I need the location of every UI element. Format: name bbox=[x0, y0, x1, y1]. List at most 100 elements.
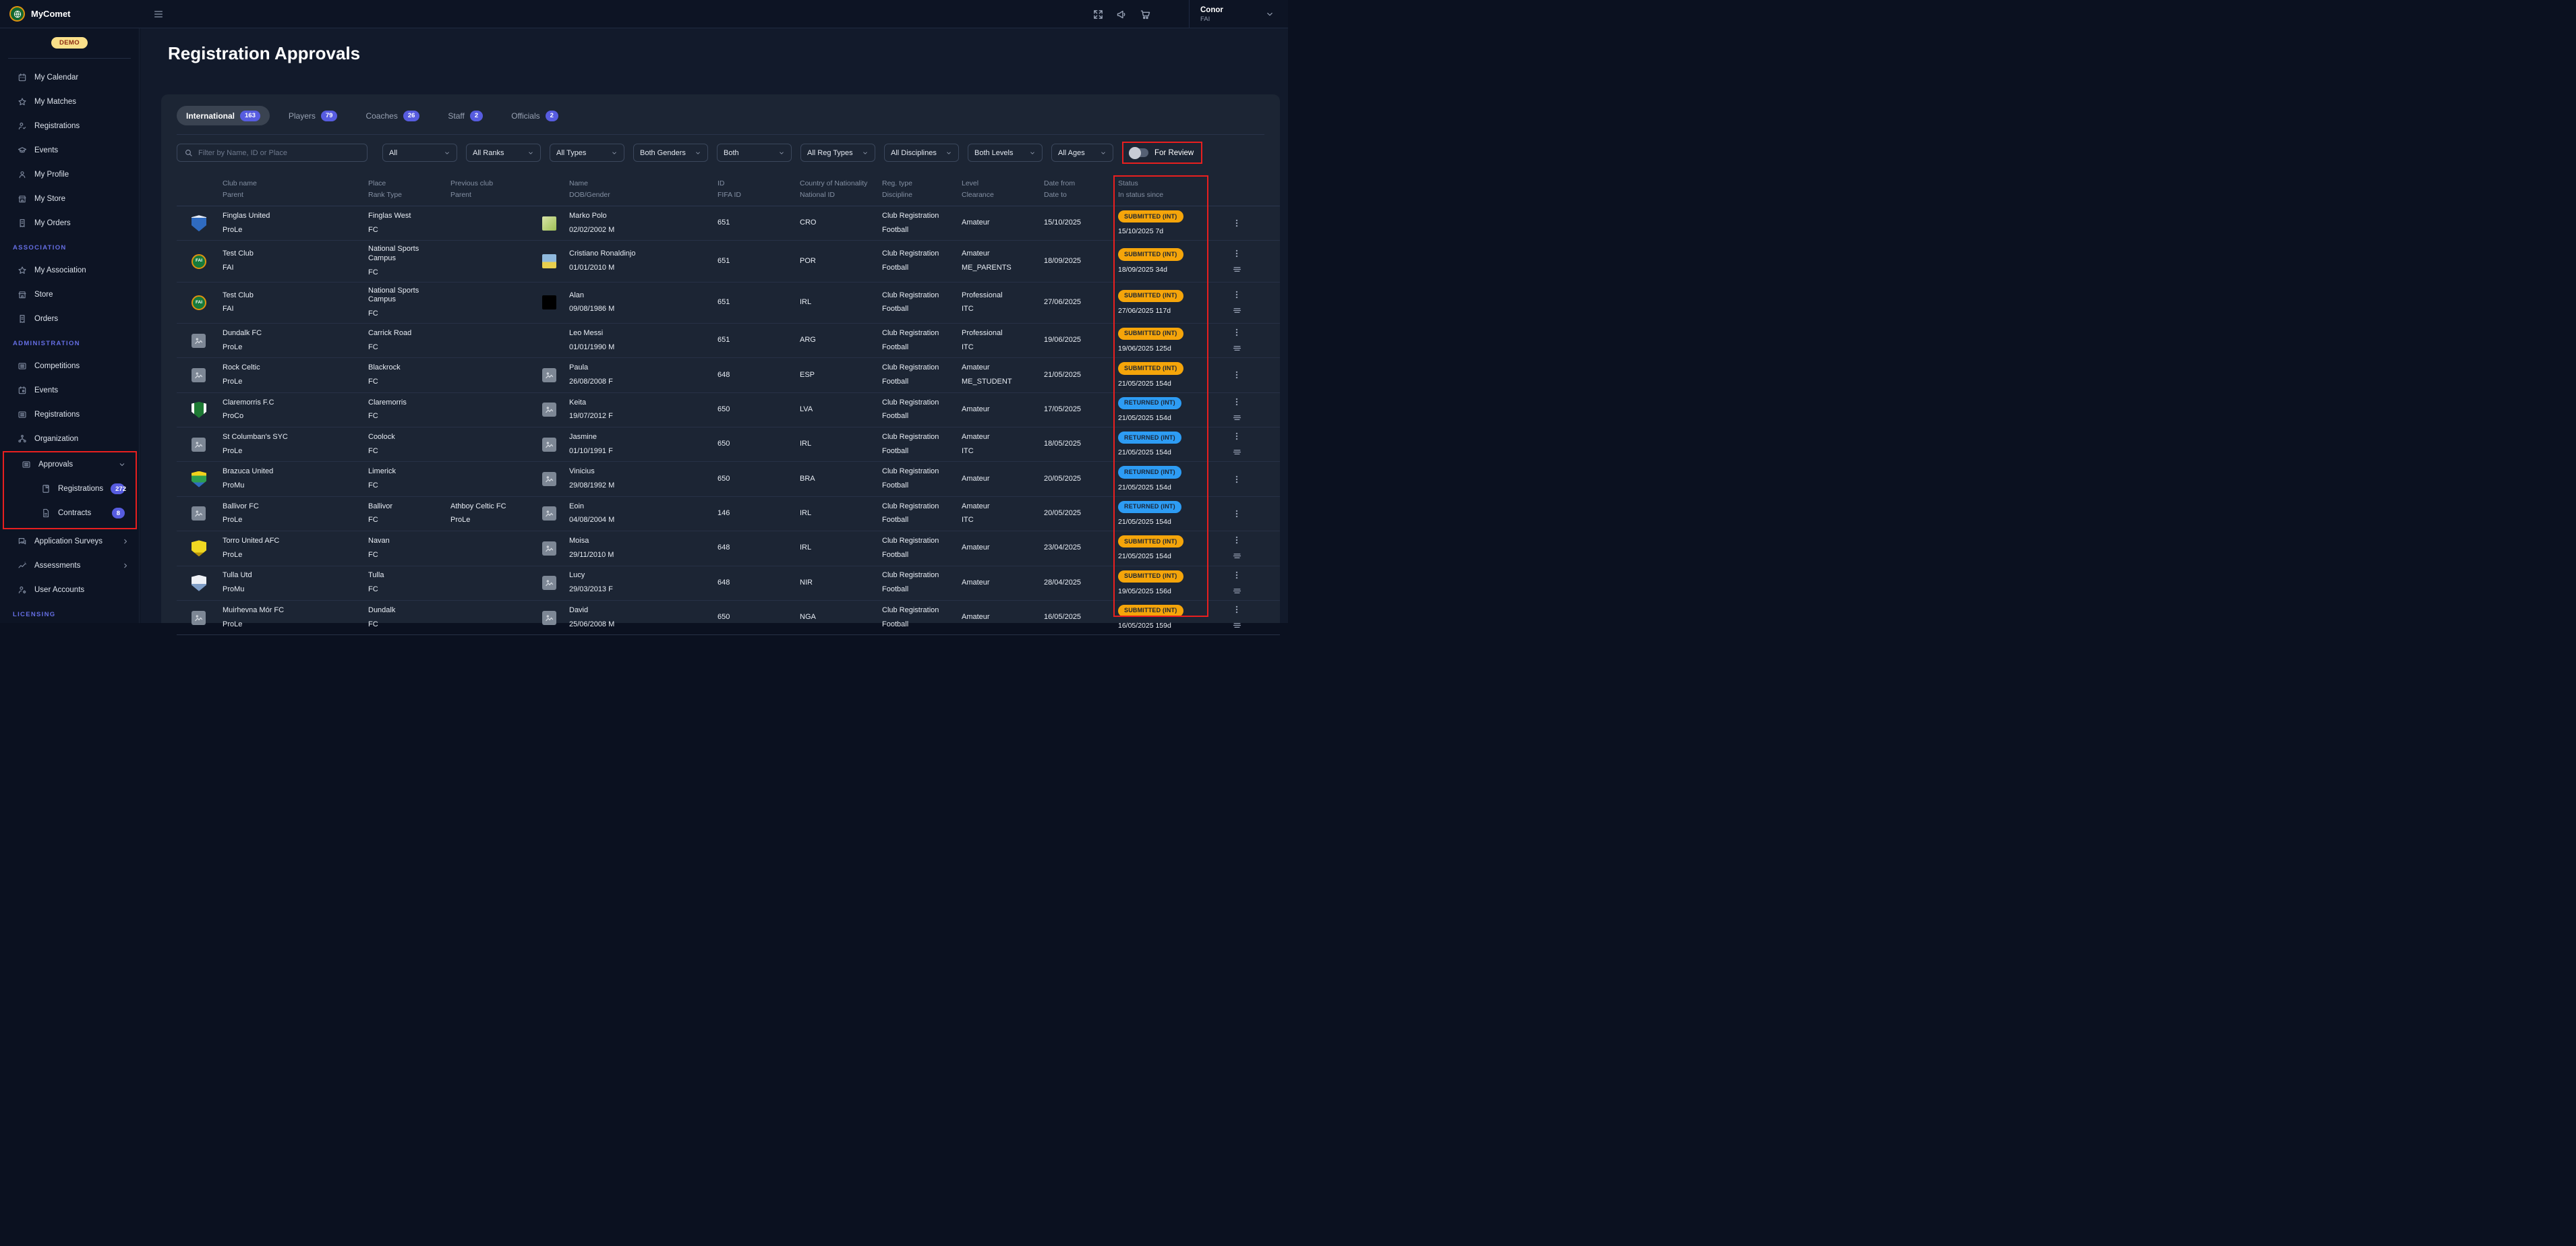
tab-coaches[interactable]: Coaches26 bbox=[356, 106, 429, 125]
sidebar-item-my-calendar[interactable]: My Calendar bbox=[0, 65, 139, 90]
in-status-since: 21/05/2025 154d bbox=[1118, 380, 1214, 388]
reg-type-cell-line2: Football bbox=[882, 412, 956, 421]
table-row[interactable]: Brazuca UnitedProMuLimerickFCVinicius29/… bbox=[177, 462, 1280, 496]
place-cell-line2: FC bbox=[368, 447, 445, 456]
filter-select-both[interactable]: Both bbox=[717, 144, 792, 162]
sidebar-item-orders[interactable]: Orders bbox=[0, 307, 139, 331]
tab-international[interactable]: International163 bbox=[177, 106, 270, 125]
table-row[interactable]: FAITest ClubFAINational Sports CampusFCA… bbox=[177, 283, 1280, 324]
sidebar-item-registrations[interactable]: Registrations bbox=[0, 114, 139, 138]
sidebar-item-my-store[interactable]: My Store bbox=[0, 187, 139, 211]
brand[interactable]: MyComet bbox=[0, 6, 140, 22]
sidebar-item-assessments[interactable]: Assessments bbox=[0, 554, 139, 578]
in-status-since: 21/05/2025 154d bbox=[1118, 483, 1214, 492]
sidebar-item-approvals[interactable]: Approvals bbox=[4, 452, 136, 477]
tab-staff[interactable]: Staff2 bbox=[438, 106, 492, 125]
kebab-menu-icon[interactable] bbox=[1232, 328, 1241, 337]
sidebar-item-label: Registrations bbox=[34, 122, 80, 130]
kebab-menu-icon[interactable] bbox=[1232, 570, 1241, 580]
sidebar-item-my-orders[interactable]: My Orders bbox=[0, 211, 139, 235]
status-badge: RETURNED (INT) bbox=[1118, 501, 1181, 513]
sidebar-item-registrations[interactable]: Registrations bbox=[0, 403, 139, 427]
sidebar-item-store[interactable]: Store bbox=[0, 283, 139, 307]
kebab-menu-icon[interactable] bbox=[1232, 218, 1241, 228]
name-cell: Vinicius29/08/1992 M bbox=[569, 467, 718, 491]
level-cell-line1: Amateur bbox=[962, 405, 1038, 415]
kebab-menu-icon[interactable] bbox=[1232, 605, 1241, 614]
filter-select-all-ages[interactable]: All Ages bbox=[1051, 144, 1113, 162]
kebab-menu-icon[interactable] bbox=[1232, 509, 1241, 518]
header-line1: Name bbox=[569, 179, 712, 187]
table-row[interactable]: Dundalk FCProLeCarrick RoadFCLeo Messi01… bbox=[177, 324, 1280, 358]
sidebar-item-events[interactable]: Events bbox=[0, 138, 139, 162]
kebab-menu-icon[interactable] bbox=[1232, 249, 1241, 258]
kebab-menu-icon[interactable] bbox=[1232, 475, 1241, 484]
hamburger-menu-icon[interactable] bbox=[153, 9, 164, 20]
table-row[interactable]: St Columban's SYCProLeCoolockFCJasmine01… bbox=[177, 427, 1280, 462]
filter-select-both-levels[interactable]: Both Levels bbox=[968, 144, 1043, 162]
filter-select-all-reg-types[interactable]: All Reg Types bbox=[800, 144, 875, 162]
notes-icon[interactable] bbox=[1232, 586, 1242, 596]
notes-icon[interactable] bbox=[1232, 620, 1242, 630]
sidebar-item-events[interactable]: Events bbox=[0, 378, 139, 403]
table-row[interactable]: Claremorris F.CProCoClaremorrisFCKeita19… bbox=[177, 393, 1280, 427]
notes-icon[interactable] bbox=[1232, 305, 1242, 316]
sidebar-item-user-accounts[interactable]: User Accounts bbox=[0, 578, 139, 602]
cart-icon[interactable] bbox=[1140, 9, 1151, 20]
chevron-down-icon[interactable] bbox=[1265, 9, 1275, 19]
table-row[interactable]: Muirhevna Mór FCProLeDundalkFCDavid25/06… bbox=[177, 601, 1280, 635]
sidebar-item-my-matches[interactable]: My Matches bbox=[0, 90, 139, 114]
player-photo bbox=[542, 216, 556, 231]
sidebar-item-organization[interactable]: Organization bbox=[0, 427, 139, 451]
club-cell: Tulla UtdProMu bbox=[223, 571, 368, 595]
sidebar-item-contracts[interactable]: Contracts8 bbox=[4, 501, 136, 525]
table-row[interactable]: Tulla UtdProMuTullaFCLucy29/03/2013 F648… bbox=[177, 566, 1280, 601]
tab-players[interactable]: Players79 bbox=[279, 106, 347, 125]
for-review-toggle-wrap[interactable]: For Review bbox=[1122, 142, 1202, 164]
search-input[interactable] bbox=[198, 149, 360, 157]
table-row[interactable]: Ballivor FCProLeBallivorFCAthboy Celtic … bbox=[177, 497, 1280, 531]
sidebar-item-my-association[interactable]: My Association bbox=[0, 258, 139, 283]
sidebar-item-application-surveys[interactable]: Application Surveys bbox=[0, 529, 139, 554]
kebab-menu-icon[interactable] bbox=[1232, 290, 1241, 299]
for-review-toggle[interactable] bbox=[1131, 148, 1148, 157]
sidebar-item-my-profile[interactable]: My Profile bbox=[0, 162, 139, 187]
country-cell: ESP bbox=[800, 371, 882, 380]
kebab-menu-icon[interactable] bbox=[1232, 535, 1241, 545]
reg-type-cell-line2: Football bbox=[882, 226, 956, 235]
sidebar-item-label: User Accounts bbox=[34, 586, 84, 594]
kebab-menu-icon[interactable] bbox=[1232, 370, 1241, 380]
notes-icon[interactable] bbox=[1232, 343, 1242, 353]
image-placeholder-icon bbox=[192, 368, 206, 382]
sidebar-item-registrations[interactable]: Registrations272 bbox=[4, 477, 136, 501]
filter-select-all[interactable]: All bbox=[382, 144, 457, 162]
filter-select-all-ranks[interactable]: All Ranks bbox=[466, 144, 541, 162]
tab-officials[interactable]: Officials2 bbox=[502, 106, 568, 125]
user-menu[interactable]: Conor FAI bbox=[1200, 6, 1288, 23]
table-row[interactable]: FAITest ClubFAINational Sports CampusFCC… bbox=[177, 241, 1280, 282]
filter-select-all-disciplines[interactable]: All Disciplines bbox=[884, 144, 959, 162]
notes-icon[interactable] bbox=[1232, 413, 1242, 423]
kebab-menu-icon[interactable] bbox=[1232, 432, 1241, 441]
sidebar-item-competitions[interactable]: Competitions bbox=[0, 354, 139, 378]
place-cell-line2: FC bbox=[368, 585, 445, 595]
notes-icon[interactable] bbox=[1232, 264, 1242, 274]
level-cell-line1: Amateur bbox=[962, 613, 1038, 622]
reg-type-cell-line2: Football bbox=[882, 551, 956, 560]
notes-icon[interactable] bbox=[1232, 447, 1242, 457]
tab-count-badge: 26 bbox=[403, 111, 420, 121]
fullscreen-icon[interactable] bbox=[1092, 9, 1104, 20]
filter-select-both-genders[interactable]: Both Genders bbox=[633, 144, 708, 162]
fai-crest-logo: FAI bbox=[192, 295, 206, 310]
toggle-knob[interactable] bbox=[1129, 147, 1141, 159]
level-cell: Amateur bbox=[962, 405, 1044, 415]
megaphone-icon[interactable] bbox=[1116, 9, 1128, 20]
notes-icon[interactable] bbox=[1232, 551, 1242, 561]
table-row[interactable]: Finglas UnitedProLeFinglas WestFCMarko P… bbox=[177, 206, 1280, 241]
table-row[interactable]: Rock CelticProLeBlackrockFCPaula26/08/20… bbox=[177, 358, 1280, 392]
in-status-since: 15/10/2025 7d bbox=[1118, 227, 1214, 236]
table-row[interactable]: Torro United AFCProLeNavanFCMoisa29/11/2… bbox=[177, 531, 1280, 566]
kebab-menu-icon[interactable] bbox=[1232, 397, 1241, 407]
filter-select-all-types[interactable]: All Types bbox=[550, 144, 624, 162]
date-from-cell-line1: 27/06/2025 bbox=[1044, 298, 1113, 307]
